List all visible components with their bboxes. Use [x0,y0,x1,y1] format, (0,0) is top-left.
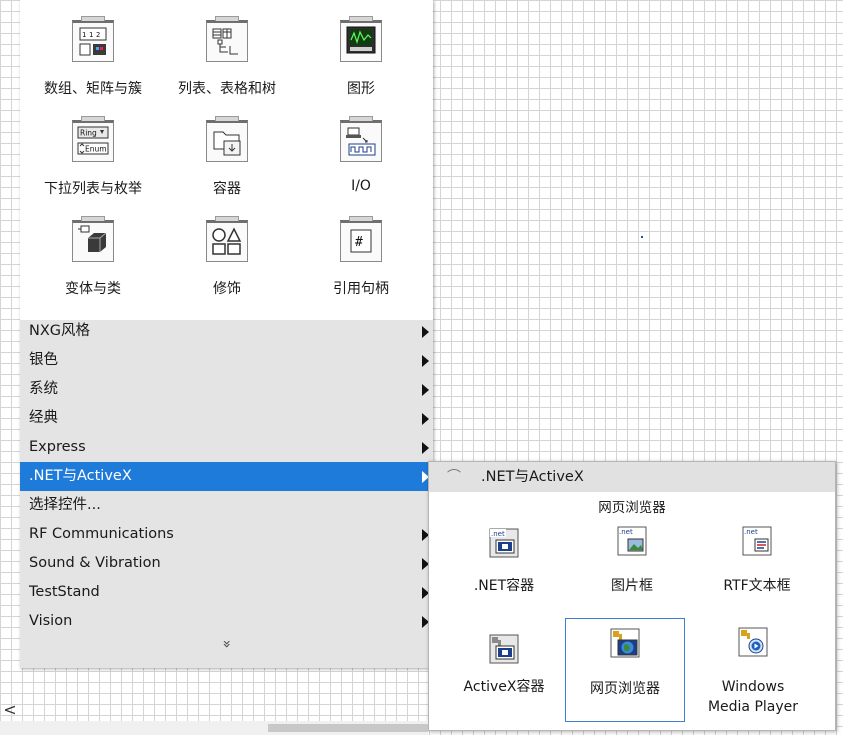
submenu-item-picture-box[interactable]: .net 图片框 [572,518,692,618]
menu-item-silver[interactable]: 银色 [20,346,433,375]
menu-item-classic[interactable]: 经典 [20,404,433,433]
menu-item-label: TestStand [29,584,100,600]
palette-tile-ring-enum[interactable]: Ring Enum 下拉列表与枚举 [24,108,162,198]
menu-item-label: 经典 [29,410,58,426]
array-matrix-cluster-icon: 1 1 2 [72,16,114,62]
submenu-arrow-icon [422,413,429,425]
tile-label: 修饰 [213,281,241,297]
menu-item-teststand[interactable]: TestStand [20,578,433,607]
submenu-arrow-icon [422,442,429,454]
io-icon [340,116,382,162]
net-container-icon: .net [489,528,519,558]
submenu-item-label: ActiveX容器 [463,679,545,695]
palette-tile-array-matrix-cluster[interactable]: 1 1 2 数组、矩阵与簇 [24,8,162,98]
variant-class-icon [72,216,114,262]
svg-text:Enum: Enum [85,145,107,154]
list-table-tree-icon [206,16,248,62]
show-more-chevron-icon[interactable]: » [20,636,433,652]
menu-item-label: .NET与ActiveX [29,468,132,484]
submenu-caption: 网页浏览器 [598,500,666,516]
palette-tile-io[interactable]: I/O [292,108,430,198]
menu-item-label: Sound & Vibration [29,555,161,571]
tile-label: 图形 [347,81,375,97]
decorations-icon [206,216,248,262]
canvas-dot [641,236,643,238]
palette-tile-list-table-tree[interactable]: 列表、表格和树 [158,8,296,98]
graph-icon [340,16,382,62]
palette-tile-refnum[interactable]: # 引用句柄 [292,208,430,298]
palette-icon-grid: 1 1 2 数组、矩阵与簇 列表、表格和树 图形 Ring Enum 下拉列表与… [20,0,433,320]
svg-text:.net: .net [619,528,633,536]
menu-item-system[interactable]: 系统 [20,375,433,404]
windows-media-player-icon [738,627,768,657]
palette-tile-container[interactable]: 容器 [158,108,296,198]
submenu-title: .NET与ActiveX [481,469,584,485]
submenu-item-label-line1: Windows [721,679,785,695]
submenu-item-windows-media-player[interactable]: Windows Media Player [693,619,813,719]
menu-item-label: RF Communications [29,526,174,542]
menu-item-sound-vibration[interactable]: Sound & Vibration [20,549,433,578]
menu-item-net-activex[interactable]: .NET与ActiveX [20,462,433,491]
svg-text:.net: .net [491,530,505,538]
svg-text:1: 1 [89,31,93,39]
ring-enum-icon: Ring Enum [72,116,114,162]
tile-label: 列表、表格和树 [178,81,276,97]
svg-text:.net: .net [744,528,758,536]
menu-item-express[interactable]: Express [20,433,433,462]
menu-item-label: NXG风格 [29,323,91,339]
svg-text:2: 2 [96,31,100,39]
tile-label: 数组、矩阵与簇 [44,81,142,97]
menu-item-label: 选择控件... [29,497,101,513]
submenu-item-label: RTF文本框 [723,578,791,594]
refnum-icon: # [340,216,382,262]
container-icon [206,116,248,162]
menu-item-label: 银色 [29,352,58,368]
scrollbar-thumb[interactable] [268,724,428,732]
rtf-textbox-icon: .net [742,526,772,556]
tile-label: I/O [351,178,371,194]
submenu-item-rtf-textbox[interactable]: .net RTF文本框 [697,518,817,618]
menu-item-label: 系统 [29,381,58,397]
submenu-header: ⌒ .NET与ActiveX [429,462,835,492]
tile-label: 变体与类 [65,281,121,297]
menu-item-select-control[interactable]: 选择控件... [20,491,433,520]
submenu-arrow-icon [422,384,429,396]
submenu-arrow-icon [422,326,429,338]
activex-container-icon [489,634,519,664]
menu-item-label: Express [29,439,86,455]
menu-item-label: Vision [29,613,73,629]
svg-text:1: 1 [82,31,86,39]
controls-palette: 1 1 2 数组、矩阵与簇 列表、表格和树 图形 Ring Enum 下拉列表与… [20,0,433,668]
submenu-item-label-line2: Media Player [707,699,799,715]
more-glyph: » [218,639,235,649]
menu-item-vision[interactable]: Vision [20,607,433,636]
submenu-item-label: .NET容器 [473,578,535,594]
picture-box-icon: .net [617,526,647,556]
submenu-arrow-icon [422,355,429,367]
palette-category-menu: NXG风格 银色 系统 经典 Express .NET与ActiveX 选择控件… [20,320,433,668]
web-browser-icon [610,628,640,658]
palette-tile-decorations[interactable]: 修饰 [158,208,296,298]
svg-text:#: # [355,235,363,250]
menu-item-rf-communications[interactable]: RF Communications [20,520,433,549]
submenu-item-label: 图片框 [611,578,653,594]
palette-tile-variant-class[interactable]: 变体与类 [24,208,162,298]
svg-text:Ring: Ring [80,129,97,138]
palette-tile-graph[interactable]: 图形 [292,8,430,98]
tile-label: 容器 [213,181,241,197]
menu-item-nxg-style[interactable]: NXG风格 [20,317,433,346]
submenu-item-net-container[interactable]: .net .NET容器 [444,518,564,618]
net-activex-submenu: ⌒ .NET与ActiveX 网页浏览器 .net .NET容器 .net 图片… [428,461,836,731]
pin-icon[interactable]: ⌒ [447,462,461,492]
tile-label: 下拉列表与枚举 [44,181,142,197]
submenu-item-activex-container[interactable]: ActiveX容器 [444,619,564,719]
submenu-item-label: 网页浏览器 [590,681,660,697]
submenu-item-web-browser[interactable]: 网页浏览器 [565,618,685,722]
tile-label: 引用句柄 [333,281,389,297]
